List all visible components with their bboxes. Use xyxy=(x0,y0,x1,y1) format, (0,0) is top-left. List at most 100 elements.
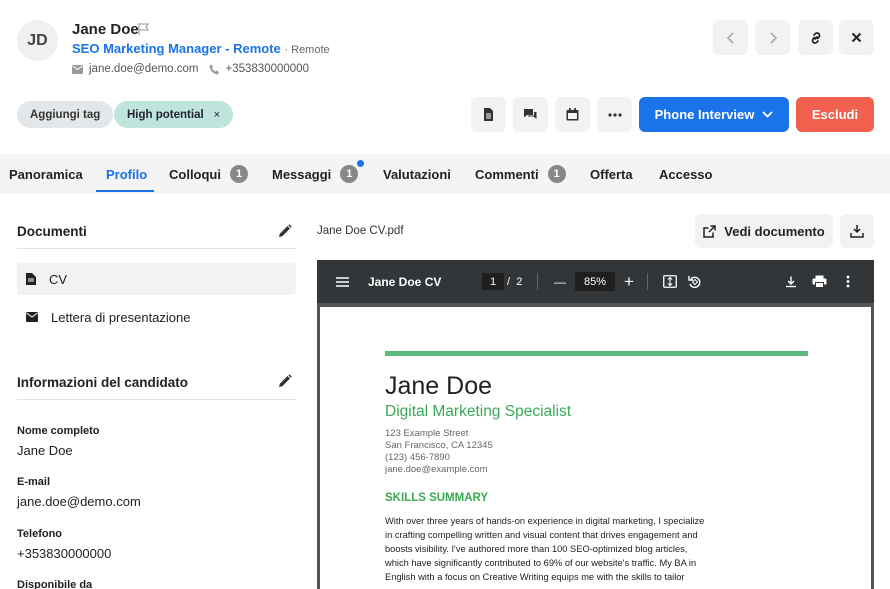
document-item-cv[interactable]: CV xyxy=(17,263,296,295)
tab-label: Colloqui xyxy=(169,166,221,182)
zoom-level[interactable]: 85% xyxy=(575,272,615,291)
pdf-download-button[interactable] xyxy=(785,260,797,303)
download-icon xyxy=(786,276,796,287)
prev-candidate-button[interactable] xyxy=(713,20,748,55)
copy-link-button[interactable] xyxy=(798,20,833,55)
candidate-phone[interactable]: +353830000000 xyxy=(226,63,309,75)
reject-button[interactable]: Escludi xyxy=(796,97,874,132)
calendar-icon xyxy=(566,108,579,121)
field-label-available-from: Disponibile da xyxy=(17,579,93,589)
toolbar-divider xyxy=(537,273,538,290)
more-actions-button[interactable] xyxy=(597,97,632,132)
remove-tag-icon[interactable]: × xyxy=(214,109,220,121)
count-badge: 1 xyxy=(547,165,566,183)
count-value: 1 xyxy=(346,168,353,180)
download-icon xyxy=(850,225,864,238)
document-label: Lettera di presentazione xyxy=(51,309,191,325)
candidate-email[interactable]: jane.doe@demo.com xyxy=(89,63,199,75)
rotate-icon xyxy=(688,275,701,288)
document-label: CV xyxy=(49,271,68,287)
cv-role: Digital Marketing Specialist xyxy=(385,403,572,420)
tab-label: Valutazioni xyxy=(383,166,451,182)
document-item-cover-letter[interactable]: Lettera di presentazione xyxy=(17,301,296,333)
cv-section-title: SKILLS SUMMARY xyxy=(385,492,489,504)
stage-label: Phone Interview xyxy=(654,107,755,122)
candidate-name: Jane Doe xyxy=(72,21,139,38)
field-value-phone: +353830000000 xyxy=(17,546,112,561)
cv-address-line: San Francisco, CA 12345 xyxy=(385,440,493,451)
page-separator: / xyxy=(507,275,511,288)
pdf-page: Jane Doe Digital Marketing Specialist 12… xyxy=(320,307,871,589)
field-value-full-name: Jane Doe xyxy=(17,443,73,458)
documents-action-button[interactable] xyxy=(471,97,506,132)
phone-icon xyxy=(209,64,219,74)
count-badge: 1 xyxy=(230,165,248,183)
view-document-button[interactable]: Vedi documento xyxy=(695,214,833,248)
edit-documents-icon[interactable] xyxy=(278,224,292,238)
cv-summary-line: With over three years of hands-on experi… xyxy=(385,516,705,526)
pdf-page-input[interactable]: 1 xyxy=(482,273,504,290)
message-action-button[interactable] xyxy=(513,97,548,132)
divider xyxy=(17,399,296,400)
view-document-label: Vedi documento xyxy=(724,223,825,239)
chat-icon xyxy=(524,109,537,119)
fit-page-icon xyxy=(663,275,677,288)
count-badge: 1 xyxy=(340,160,365,183)
tab-accesso[interactable]: Accesso xyxy=(659,154,712,194)
rotate-button[interactable] xyxy=(688,260,702,303)
pdf-page-count: / 2 xyxy=(507,260,522,303)
documents-title: Documenti xyxy=(17,224,87,239)
pdf-title: Jane Doe CV xyxy=(368,274,442,289)
pdf-more-button[interactable] xyxy=(846,260,850,303)
tab-offerta[interactable]: Offerta xyxy=(590,154,633,194)
tab-label: Offerta xyxy=(590,166,633,182)
field-label-full-name: Nome completo xyxy=(17,425,100,437)
tab-panoramica[interactable]: Panoramica xyxy=(9,154,83,194)
chevron-left-icon xyxy=(726,31,734,44)
tab-profilo[interactable]: Profilo xyxy=(106,154,147,194)
contact-line: jane.doe@demo.com +353830000000 xyxy=(72,63,309,75)
file-icon xyxy=(484,108,493,121)
tab-colloqui[interactable]: Colloqui 1 xyxy=(169,154,248,194)
tab-commenti[interactable]: Commenti 1 xyxy=(475,154,566,194)
chevron-down-icon xyxy=(762,111,773,118)
field-label-phone: Telefono xyxy=(17,528,63,540)
tab-label: Panoramica xyxy=(9,166,83,182)
print-icon xyxy=(812,275,827,288)
close-button[interactable] xyxy=(839,20,874,55)
zoom-in-button[interactable]: + xyxy=(624,260,634,303)
pdf-print-button[interactable] xyxy=(812,260,827,303)
chevron-right-icon xyxy=(769,31,777,44)
avatar: JD xyxy=(17,20,58,61)
document-file-name: Jane Doe CV.pdf xyxy=(317,225,404,237)
job-title-link[interactable]: SEO Marketing Manager - Remote xyxy=(72,41,281,56)
cv-email: jane.doe@example.com xyxy=(385,464,488,475)
add-tag-button[interactable]: Aggiungi tag xyxy=(17,101,114,128)
tab-valutazioni[interactable]: Valutazioni xyxy=(383,154,451,194)
cv-phone: (123) 456-7890 xyxy=(385,452,450,463)
cv-summary-line: boosts visibility. I've authored more th… xyxy=(385,544,688,554)
cv-name: Jane Doe xyxy=(385,372,493,400)
flag-icon[interactable] xyxy=(137,22,151,36)
edit-candidate-info-icon[interactable] xyxy=(278,374,292,388)
fit-page-button[interactable] xyxy=(663,260,677,303)
cv-accent-bar xyxy=(385,351,808,356)
tab-messaggi[interactable]: Messaggi 1 xyxy=(272,154,365,194)
pdf-toolbar: Jane Doe CV 1 / 2 — 85% + xyxy=(317,260,874,303)
stage-dropdown-button[interactable]: Phone Interview xyxy=(639,97,789,132)
divider xyxy=(17,248,296,249)
schedule-action-button[interactable] xyxy=(555,97,590,132)
cv-address-line: 123 Example Street xyxy=(385,428,469,439)
tag-high-potential: High potential × xyxy=(114,101,234,128)
cv-summary-line: which have significantly contributed to … xyxy=(385,558,697,568)
tab-bar: Panoramica Profilo Colloqui 1 Messaggi 1 V… xyxy=(0,154,890,194)
next-candidate-button[interactable] xyxy=(755,20,790,55)
cv-summary-line: English with a focus on Creative Writing… xyxy=(385,572,685,582)
envelope-icon xyxy=(72,64,83,74)
pdf-menu-button[interactable] xyxy=(336,260,349,303)
zoom-out-button[interactable]: — xyxy=(554,260,566,303)
download-document-button[interactable] xyxy=(840,214,874,248)
job-mode: · Remote xyxy=(284,44,330,56)
close-icon xyxy=(851,32,862,43)
candidate-info-title: Informazioni del candidato xyxy=(17,375,189,390)
